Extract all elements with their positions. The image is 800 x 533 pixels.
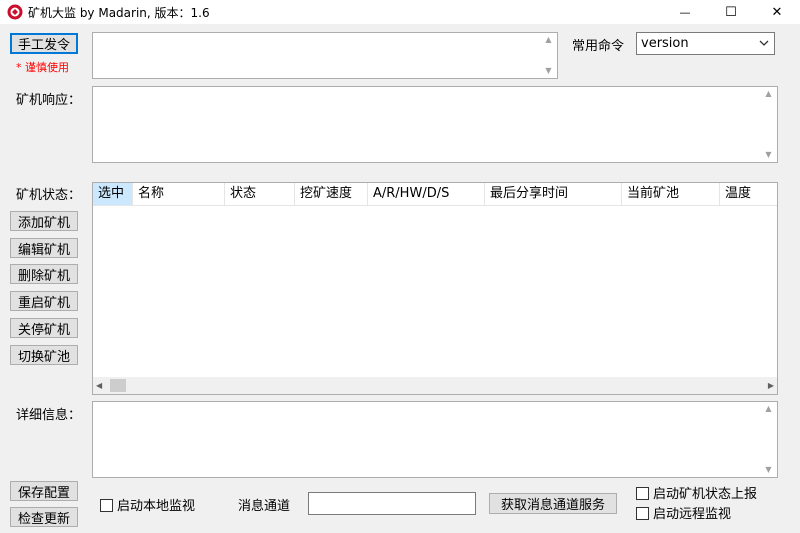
local-monitor-checkbox[interactable]: 启动本地监视 <box>100 495 195 514</box>
scroll-left-icon[interactable]: ◀ <box>96 379 102 393</box>
remote-monitor-label: 启动远程监视 <box>653 507 732 522</box>
restart-miner-button[interactable]: 重启矿机 <box>10 291 78 311</box>
remote-monitor-checkbox[interactable]: 启动远程监视 <box>636 503 731 522</box>
maximize-icon: ☐ <box>725 4 737 20</box>
scroll-up-icon[interactable]: ▲ <box>765 87 771 101</box>
report-status-label: 启动矿机状态上报 <box>653 487 758 502</box>
get-channel-service-button[interactable]: 获取消息通道服务 <box>489 493 617 514</box>
response-textarea[interactable]: ▲ ▼ <box>92 86 778 163</box>
checkbox-box[interactable] <box>636 507 649 520</box>
maximize-button[interactable]: ☐ <box>708 0 754 24</box>
manual-command-button[interactable]: 手工发令 <box>10 33 78 54</box>
common-commands-label: 常用命令 <box>572 39 625 54</box>
table-header: 选中 名称 状态 挖矿速度 A/R/HW/D/S 最后分享时间 当前矿池 温度 <box>93 183 777 206</box>
scrollbar-thumb[interactable] <box>110 379 126 392</box>
title-bar: 矿机大监 by Madarin, 版本：1.6 — ☐ ✕ <box>0 0 800 24</box>
command-scrollbar[interactable]: ▲ ▼ <box>540 33 557 78</box>
scroll-down-icon[interactable]: ▼ <box>545 64 551 78</box>
column-header-temperature[interactable]: 温度 <box>720 183 777 205</box>
column-header-name[interactable]: 名称 <box>133 183 225 205</box>
close-icon: ✕ <box>771 4 783 20</box>
add-miner-button[interactable]: 添加矿机 <box>10 211 78 231</box>
chevron-down-icon <box>759 40 769 46</box>
response-label: 矿机响应： <box>16 93 82 108</box>
column-header-current-pool[interactable]: 当前矿池 <box>622 183 720 205</box>
minimize-icon: — <box>679 5 691 19</box>
scroll-up-icon[interactable]: ▲ <box>765 402 771 416</box>
details-scrollbar[interactable]: ▲ ▼ <box>760 402 777 477</box>
window-title: 矿机大监 by Madarin, 版本：1.6 <box>28 6 210 20</box>
checkbox-box[interactable] <box>100 499 113 512</box>
scroll-down-icon[interactable]: ▼ <box>765 463 771 477</box>
stop-miner-button[interactable]: 关停矿机 <box>10 318 78 338</box>
check-update-button[interactable]: 检查更新 <box>10 507 78 527</box>
checkbox-box[interactable] <box>636 487 649 500</box>
common-commands-value: version <box>641 36 689 51</box>
column-header-status[interactable]: 状态 <box>225 183 295 205</box>
delete-miner-button[interactable]: 删除矿机 <box>10 264 78 284</box>
column-header-last-share-time[interactable]: 最后分享时间 <box>485 183 622 205</box>
switch-pool-button[interactable]: 切换矿池 <box>10 345 78 365</box>
details-textarea[interactable]: ▲ ▼ <box>92 401 778 478</box>
miner-status-label: 矿机状态： <box>16 188 82 203</box>
warning-text: * 谨慎使用 <box>16 61 69 74</box>
details-label: 详细信息： <box>16 408 82 423</box>
table-horizontal-scrollbar[interactable]: ◀ ▶ <box>93 377 777 394</box>
report-status-checkbox[interactable]: 启动矿机状态上报 <box>636 483 757 502</box>
column-header-ar-hw-d-s[interactable]: A/R/HW/D/S <box>368 183 485 205</box>
common-commands-select[interactable]: version <box>636 32 775 55</box>
scroll-up-icon[interactable]: ▲ <box>545 33 551 47</box>
app-logo-icon <box>7 4 23 20</box>
close-button[interactable]: ✕ <box>754 0 800 24</box>
edit-miner-button[interactable]: 编辑矿机 <box>10 238 78 258</box>
channel-input[interactable] <box>308 492 476 515</box>
manual-command-input[interactable]: ▲ ▼ <box>92 32 558 79</box>
local-monitor-label: 启动本地监视 <box>117 499 196 514</box>
response-scrollbar[interactable]: ▲ ▼ <box>760 87 777 162</box>
channel-label: 消息通道 <box>238 499 291 514</box>
column-header-hashrate[interactable]: 挖矿速度 <box>295 183 368 205</box>
miner-table[interactable]: 选中 名称 状态 挖矿速度 A/R/HW/D/S 最后分享时间 当前矿池 温度 … <box>92 182 778 395</box>
scroll-down-icon[interactable]: ▼ <box>765 148 771 162</box>
column-header-selected[interactable]: 选中 <box>93 183 133 205</box>
save-config-button[interactable]: 保存配置 <box>10 481 78 501</box>
scroll-right-icon[interactable]: ▶ <box>768 379 774 393</box>
minimize-button[interactable]: — <box>662 0 708 24</box>
